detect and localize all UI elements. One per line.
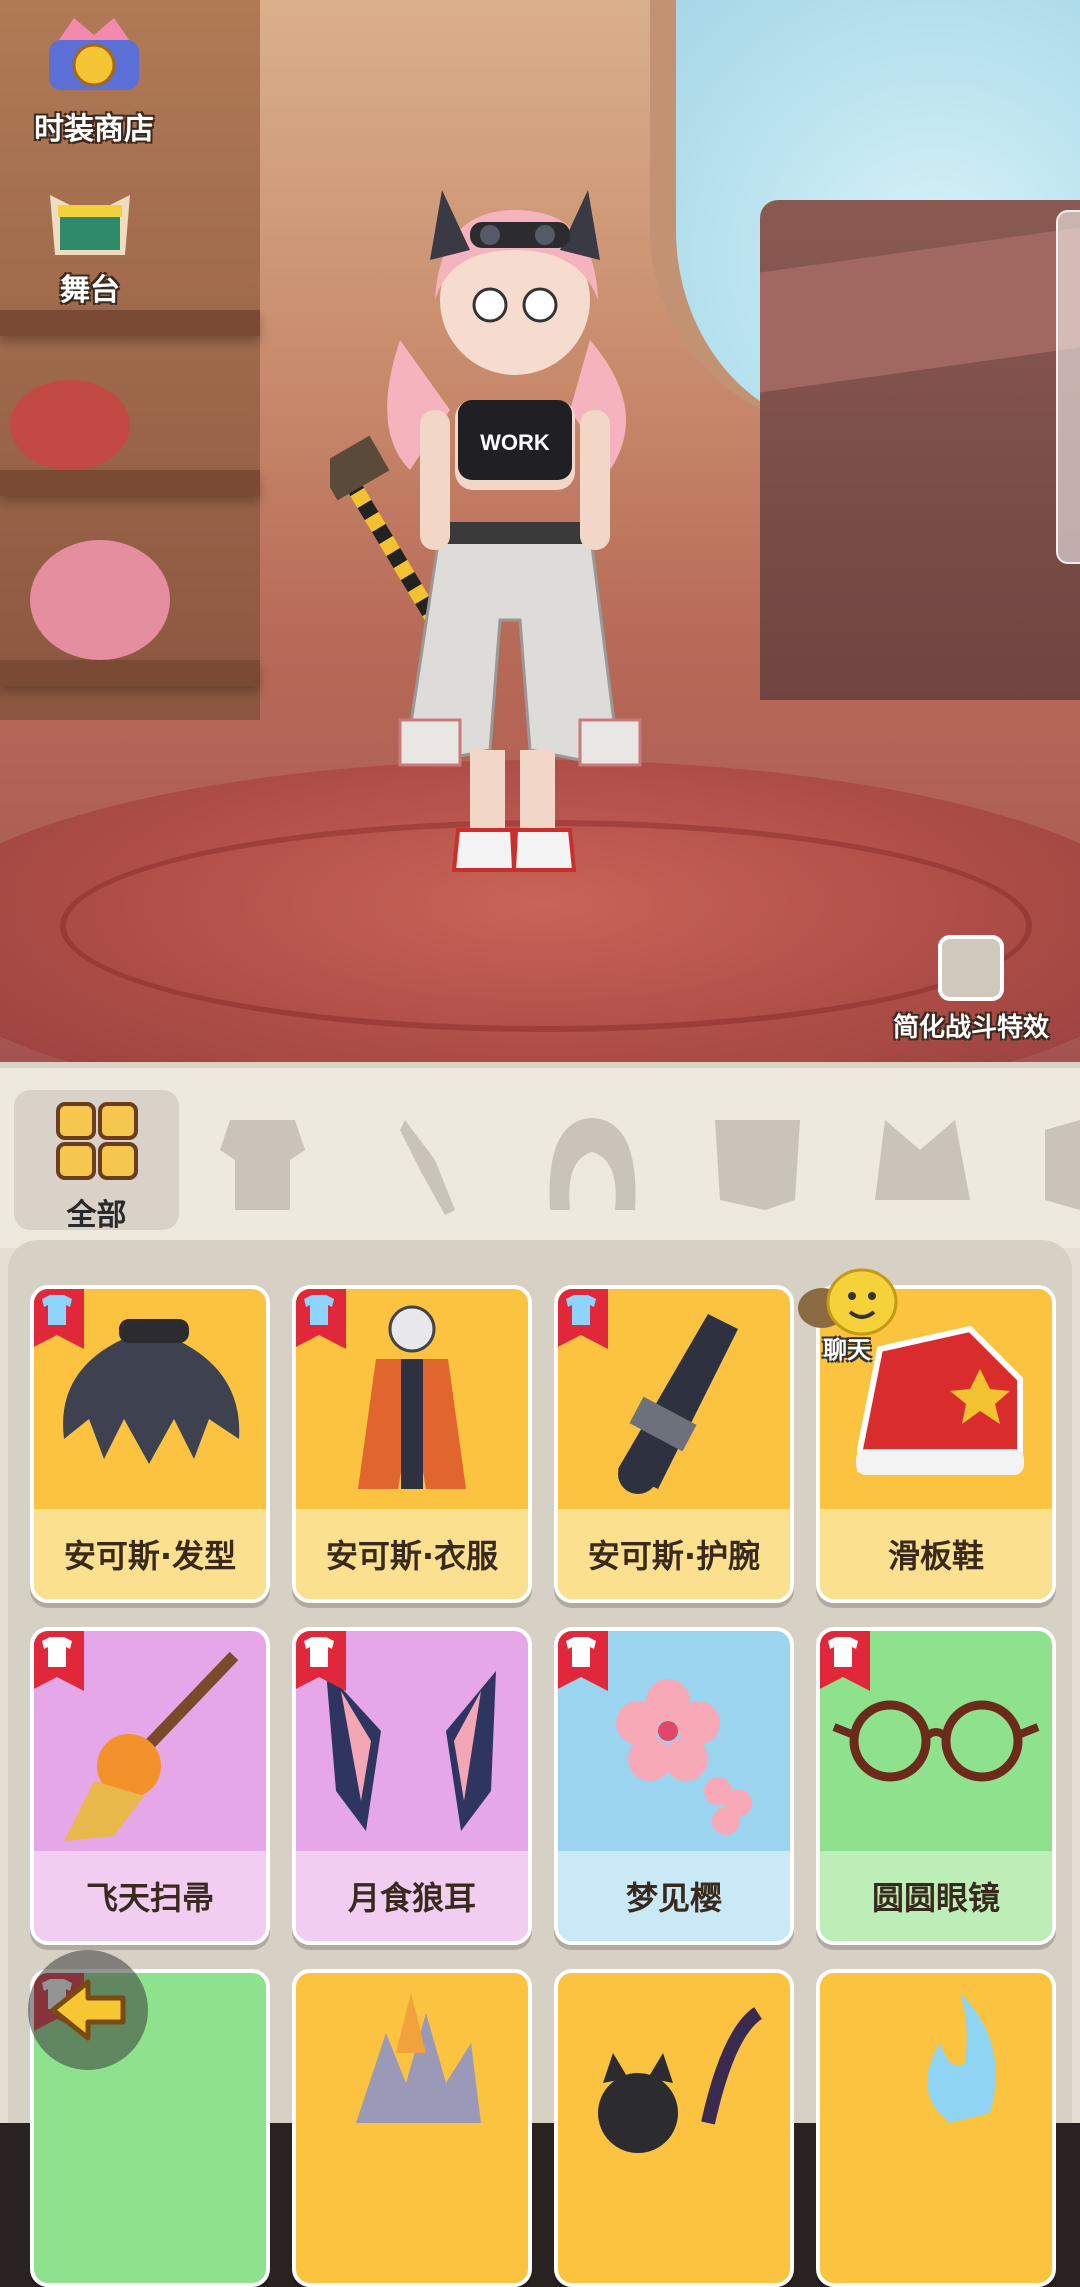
dagger-icon — [400, 1120, 455, 1215]
fashion-shop-label: 时装商店 — [34, 112, 154, 147]
item-card-sakura[interactable]: 梦见樱 — [554, 1627, 794, 1945]
flame-item-icon — [927, 1993, 996, 2123]
white-shirt-badge-icon — [558, 1631, 608, 1691]
item-name-strip: 飞天扫帚 — [34, 1851, 266, 1941]
item-name-strip: 安可斯·发型 — [34, 1509, 266, 1599]
shop-crown-icon — [49, 18, 139, 90]
simplify-effects-toggle[interactable]: 简化战斗特效 — [866, 935, 1076, 1044]
tab-all-label: 全部 — [66, 1198, 127, 1233]
white-shirt-badge-icon — [296, 1631, 346, 1691]
item-name: 飞天扫帚 — [85, 1879, 214, 1917]
outfit-icon — [220, 1120, 305, 1210]
chat-button[interactable]: 聊天 — [792, 1268, 902, 1368]
item-card-hair[interactable]: 安可斯·发型 — [30, 1285, 270, 1603]
back-button[interactable] — [28, 1950, 148, 2070]
item-card-partial[interactable] — [554, 1969, 794, 2287]
shelf — [0, 310, 260, 336]
chat-label: 聊天 — [823, 1336, 871, 1364]
face-mask-icon — [715, 1120, 800, 1210]
item-name-strip: 滑板鞋 — [820, 1509, 1052, 1599]
partial-category-icon — [1045, 1120, 1080, 1210]
white-shirt-badge-icon — [34, 1631, 84, 1691]
fashion-shop-button[interactable]: 时装商店 — [14, 10, 174, 148]
item-name: 梦见樱 — [625, 1879, 722, 1917]
tab-weapon[interactable] — [345, 1090, 510, 1230]
item-card-partial[interactable] — [292, 1969, 532, 2287]
shirt-text: WORK — [480, 430, 550, 455]
simplify-effects-label: 简化战斗特效 — [892, 1013, 1049, 1043]
crystal-item-icon — [356, 1993, 481, 2123]
tab-outfit[interactable] — [180, 1090, 345, 1230]
tab-hair[interactable] — [510, 1090, 675, 1230]
item-card-wolf-ears[interactable]: 月食狼耳 — [292, 1627, 532, 1945]
character-preview-scene: WORK 时装商店 舞台 简化战斗特效 — [0, 0, 1080, 1062]
white-shirt-badge-icon — [820, 1631, 870, 1691]
tab-all[interactable]: 全部 — [14, 1090, 179, 1233]
item-name-strip: 安可斯·衣服 — [296, 1509, 528, 1599]
item-name: 月食狼耳 — [347, 1879, 476, 1917]
character-model[interactable]: WORK — [330, 150, 710, 940]
item-name-strip: 圆圆眼镜 — [820, 1851, 1052, 1941]
item-name: 滑板鞋 — [887, 1537, 984, 1575]
side-drawer-handle[interactable] — [1056, 210, 1080, 564]
item-card-outfit[interactable]: 安可斯·衣服 — [292, 1285, 532, 1603]
item-card-glasses[interactable]: 圆圆眼镜 — [816, 1627, 1056, 1945]
back-arrow-icon — [50, 1979, 126, 2041]
stage-button[interactable]: 舞台 — [30, 185, 150, 309]
grid-icon — [56, 1102, 138, 1180]
item-card-bracer[interactable]: 安可斯·护腕 — [554, 1285, 794, 1603]
item-name: 安可斯·发型 — [63, 1537, 237, 1575]
item-name: 圆圆眼镜 — [871, 1879, 1000, 1917]
tab-ears[interactable] — [840, 1090, 1005, 1230]
hair-icon — [549, 1118, 636, 1210]
item-name-strip: 梦见樱 — [558, 1851, 790, 1941]
decoration-meat — [10, 380, 130, 470]
stage-icon — [50, 195, 130, 255]
ears-icon — [875, 1120, 970, 1200]
tab-more[interactable] — [1005, 1090, 1080, 1230]
decoration-egg — [30, 540, 170, 660]
shelf — [0, 660, 260, 686]
chat-emoji-icon — [798, 1268, 898, 1336]
tab-face[interactable] — [675, 1090, 840, 1230]
item-name-strip: 安可斯·护腕 — [558, 1509, 790, 1599]
rainbow-shirt-badge-icon — [296, 1289, 346, 1349]
item-card-partial[interactable] — [816, 1969, 1056, 2287]
checkbox[interactable] — [938, 935, 1004, 1001]
category-tabs: 全部 — [0, 1062, 1080, 1248]
item-name-strip: 月食狼耳 — [296, 1851, 528, 1941]
item-card-broom[interactable]: 飞天扫帚 — [30, 1627, 270, 1945]
item-name: 安可斯·衣服 — [325, 1537, 499, 1575]
shelf — [0, 470, 260, 496]
rainbow-shirt-badge-icon — [34, 1289, 84, 1349]
cat-item-icon — [598, 2007, 763, 2153]
rainbow-shirt-badge-icon — [558, 1289, 608, 1349]
item-name: 安可斯·护腕 — [587, 1537, 761, 1575]
